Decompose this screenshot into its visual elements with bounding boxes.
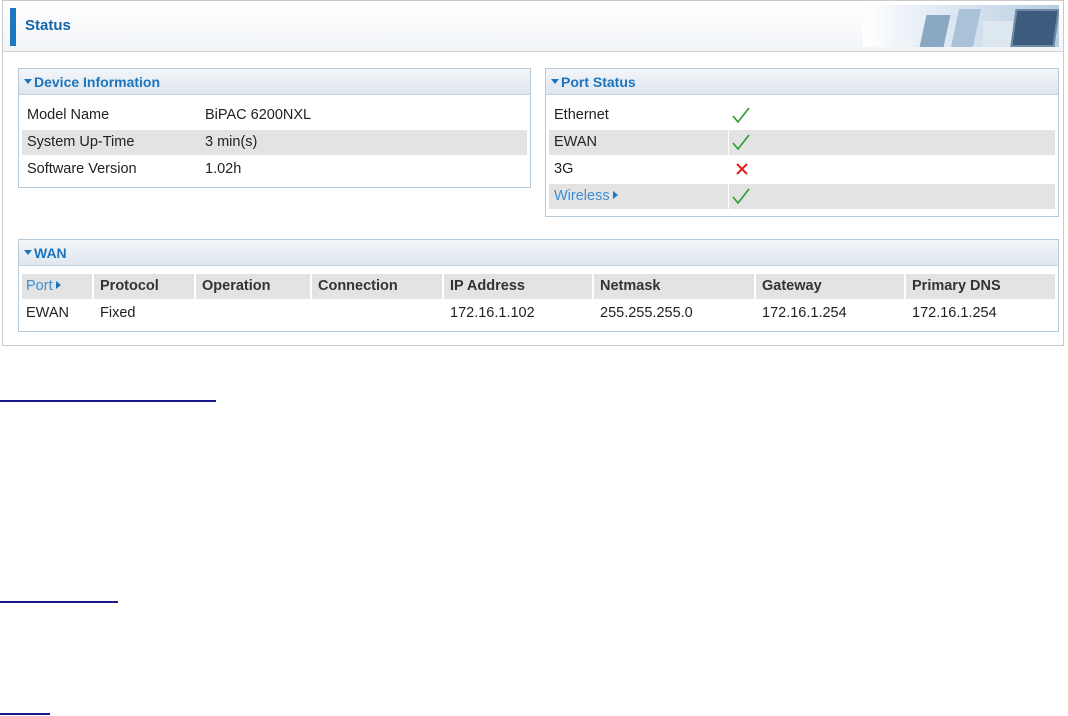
arrow-right-icon	[55, 281, 61, 290]
wan-table-header: Port Protocol Operation Connection IP Ad…	[22, 274, 1055, 299]
device-label: System Up-Time	[27, 134, 135, 150]
device-value: 1.02h	[205, 161, 242, 177]
check-icon	[732, 188, 750, 205]
device-information-panel: Device Information Model Name BiPAC 6200…	[18, 68, 531, 188]
port-status-header[interactable]: Port Status	[546, 69, 1058, 95]
port-row-wireless: Wireless	[549, 184, 1055, 209]
device-value: BiPAC 6200NXL	[205, 107, 312, 123]
device-row-model: Model Name BiPAC 6200NXL	[22, 103, 527, 128]
collapse-triangle-icon	[24, 249, 32, 255]
wan-panel: WAN Port Protocol Operation Connection I…	[18, 239, 1059, 332]
check-icon	[732, 107, 750, 124]
wan-cell-gateway: 172.16.1.254	[762, 305, 847, 321]
wan-cell-protocol: Fixed	[100, 305, 136, 321]
wan-title: WAN	[34, 245, 67, 261]
wan-column-header: Gateway	[758, 274, 906, 299]
banner-image	[863, 5, 1059, 47]
port-row-ethernet: Ethernet	[549, 103, 1055, 128]
wan-cell-port: EWAN	[26, 305, 69, 321]
cross-icon	[736, 163, 748, 175]
wan-cell-dns: 172.16.1.254	[912, 305, 997, 321]
underline-link	[0, 601, 118, 603]
port-status-title: Port Status	[561, 74, 636, 90]
arrow-right-icon	[612, 191, 618, 200]
wan-column-header: IP Address	[446, 274, 594, 299]
wireless-link[interactable]: Wireless	[554, 184, 618, 209]
collapse-triangle-icon	[24, 78, 32, 84]
wan-column-header: Protocol	[96, 274, 196, 299]
collapse-triangle-icon	[551, 78, 559, 84]
wan-column-header: Primary DNS	[912, 278, 1001, 294]
device-label: Software Version	[27, 161, 137, 177]
table-row: EWAN Fixed 172.16.1.102 255.255.255.0 17…	[22, 301, 1055, 326]
device-label: Model Name	[27, 107, 110, 123]
wan-header[interactable]: WAN	[19, 240, 1058, 266]
wan-cell-netmask: 255.255.255.0	[600, 305, 693, 321]
device-row-uptime: System Up-Time 3 min(s)	[22, 130, 527, 155]
port-label: 3G	[554, 161, 574, 177]
underline-link	[0, 400, 216, 402]
underline-link	[0, 713, 50, 715]
device-value: 3 min(s)	[205, 134, 258, 150]
device-information-header[interactable]: Device Information	[19, 69, 530, 95]
status-frame: Status Device Information Model Name BiP…	[2, 0, 1064, 346]
wan-column-header: Netmask	[596, 274, 756, 299]
port-status-panel: Port Status Ethernet EWAN 3G Wireless	[545, 68, 1059, 217]
title-bar: Status	[3, 1, 1063, 52]
port-label: EWAN	[554, 134, 597, 150]
page-title: Status	[25, 17, 71, 34]
port-label: Ethernet	[554, 107, 609, 123]
check-icon	[732, 134, 750, 151]
port-row-ewan: EWAN	[549, 130, 1055, 155]
port-row-3g: 3G	[549, 157, 1055, 182]
device-row-software: Software Version 1.02h	[22, 157, 527, 182]
device-information-title: Device Information	[34, 74, 161, 90]
wan-column-header: Operation	[198, 274, 312, 299]
title-accent-bar	[10, 8, 16, 46]
wan-column-header: Connection	[314, 274, 444, 299]
wan-port-column-link[interactable]: Port	[22, 274, 94, 299]
wan-cell-ip: 172.16.1.102	[450, 305, 535, 321]
